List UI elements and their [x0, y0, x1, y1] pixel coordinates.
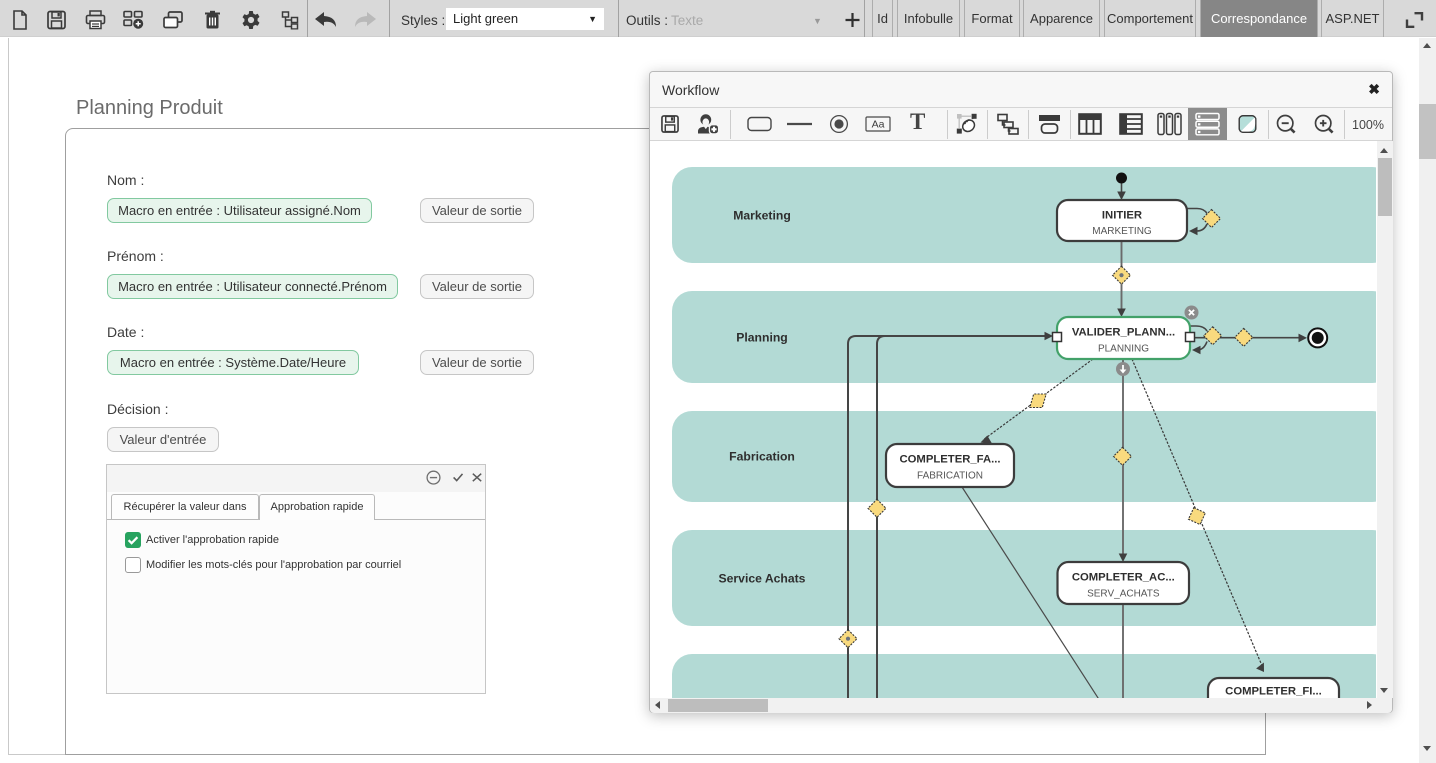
svg-text:Fabrication: Fabrication	[729, 450, 795, 464]
svg-text:INITIER: INITIER	[1102, 210, 1142, 222]
svg-text:Aa: Aa	[872, 119, 885, 131]
svg-text:Marketing: Marketing	[733, 209, 791, 223]
svg-text:COMPLETER_FA...: COMPLETER_FA...	[899, 454, 1000, 466]
svg-text:COMPLETER_AC...: COMPLETER_AC...	[1072, 572, 1175, 584]
svg-text:VALIDER_PLANN...: VALIDER_PLANN...	[1072, 327, 1175, 339]
svg-text:Planning: Planning	[736, 331, 787, 345]
svg-text:SERV_ACHATS: SERV_ACHATS	[1087, 589, 1160, 600]
svg-text:Service Achats: Service Achats	[719, 572, 806, 586]
svg-text:FABRICATION: FABRICATION	[917, 471, 983, 482]
svg-text:COMPLETER_FI...: COMPLETER_FI...	[1225, 686, 1322, 698]
svg-text:MARKETING: MARKETING	[1092, 226, 1152, 237]
svg-text:PLANNING: PLANNING	[1098, 344, 1149, 355]
